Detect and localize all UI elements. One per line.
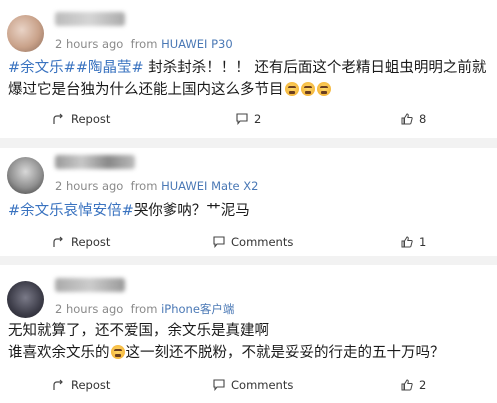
post-content: 无知就算了，还不爱国，余文乐是真建啊 谁喜欢余文乐的 这一刻还不脱粉，不就是妥妥的… — [8, 320, 491, 364]
emoji-icon — [316, 82, 331, 96]
post-card: 2 hours ago from HUAWEI Mate X2 #余文乐哀悼安倍… — [0, 148, 497, 256]
post-content: #余文乐##陶晶莹# 封杀封杀！！！ 还有后面这个老精日蛆虫明明之前就 爆过它是… — [8, 57, 491, 101]
post-text: 无知就算了，还不爱国，余文乐是真建啊 — [8, 323, 269, 339]
hashtag[interactable]: #余文乐哀悼安倍# — [8, 203, 134, 219]
post-time: 2 hours ago — [55, 179, 124, 193]
repost-icon — [53, 236, 63, 247]
post-meta: 2 hours ago from iPhone客户端 — [55, 301, 234, 317]
repost-label: Repost — [71, 235, 111, 249]
from-label: from — [130, 302, 158, 316]
like-button[interactable]: 1 — [401, 232, 426, 252]
username-blurred[interactable] — [55, 278, 125, 292]
from-label: from — [130, 179, 158, 193]
comment-icon — [213, 236, 225, 248]
repost-label: Repost — [71, 112, 111, 126]
repost-button[interactable]: Repost — [53, 109, 110, 129]
likes-count: 8 — [419, 112, 427, 126]
post-card: 2 hours ago from iPhone客户端 无知就算了，还不爱国，余文… — [0, 265, 497, 403]
post-separator — [0, 256, 497, 265]
avatar[interactable] — [7, 281, 44, 318]
post-text: 爆过它是台独为什么还能上国内这么多节目 — [8, 82, 284, 98]
likes-count: 2 — [419, 378, 427, 392]
avatar[interactable] — [7, 15, 44, 52]
post-text: 这一刻还不脱粉，不就是妥妥的行走的五十万吗？ — [125, 345, 445, 361]
post-text: 谁喜欢余文乐的 — [8, 345, 110, 361]
comment-icon — [236, 113, 248, 125]
action-bar: Repost Comments 2 — [0, 375, 497, 395]
post-separator — [0, 138, 497, 148]
thumbs-up-icon — [401, 379, 413, 391]
repost-button[interactable]: Repost — [53, 375, 110, 395]
repost-icon — [53, 379, 63, 390]
comments-button[interactable]: 2 — [236, 109, 261, 129]
post-source[interactable]: HUAWEI Mate X2 — [161, 179, 258, 193]
comments-button[interactable]: Comments — [213, 232, 293, 252]
username-blurred[interactable] — [55, 12, 125, 26]
comments-label: Comments — [231, 378, 294, 392]
post-time: 2 hours ago — [55, 302, 124, 316]
hashtag[interactable]: #余文乐# — [8, 60, 76, 76]
avatar[interactable] — [7, 157, 44, 194]
action-bar: Repost 2 8 — [0, 109, 497, 129]
emoji-icon — [284, 82, 299, 96]
post-meta: 2 hours ago from HUAWEI P30 — [55, 37, 233, 51]
post-content: #余文乐哀悼安倍#哭你爹呐？艹泥马 — [8, 200, 491, 222]
post-card: 2 hours ago from HUAWEI P30 #余文乐##陶晶莹# 封… — [0, 0, 497, 138]
like-button[interactable]: 8 — [401, 109, 426, 129]
repost-icon — [53, 113, 63, 124]
post-meta: 2 hours ago from HUAWEI Mate X2 — [55, 179, 258, 193]
post-time: 2 hours ago — [55, 37, 124, 51]
like-button[interactable]: 2 — [401, 375, 426, 395]
post-source[interactable]: iPhone客户端 — [161, 302, 234, 316]
emoji-icon — [110, 345, 125, 359]
comments-count: 2 — [254, 112, 262, 126]
comments-label: Comments — [231, 235, 294, 249]
thumbs-up-icon — [401, 113, 413, 125]
likes-count: 1 — [419, 235, 427, 249]
action-bar: Repost Comments 1 — [0, 232, 497, 252]
thumbs-up-icon — [401, 236, 413, 248]
from-label: from — [130, 37, 158, 51]
post-text: 哭你爹呐？艹泥马 — [133, 203, 250, 219]
post-text: 封杀封杀！！！ 还有后面这个老精日蛆虫明明之前就 — [143, 60, 487, 76]
repost-button[interactable]: Repost — [53, 232, 110, 252]
emoji-icon — [300, 82, 315, 96]
comments-button[interactable]: Comments — [213, 375, 293, 395]
repost-label: Repost — [71, 378, 111, 392]
post-source[interactable]: HUAWEI P30 — [161, 37, 233, 51]
username-blurred[interactable] — [55, 155, 135, 169]
hashtag[interactable]: #陶晶莹# — [76, 60, 144, 76]
comment-icon — [213, 379, 225, 391]
